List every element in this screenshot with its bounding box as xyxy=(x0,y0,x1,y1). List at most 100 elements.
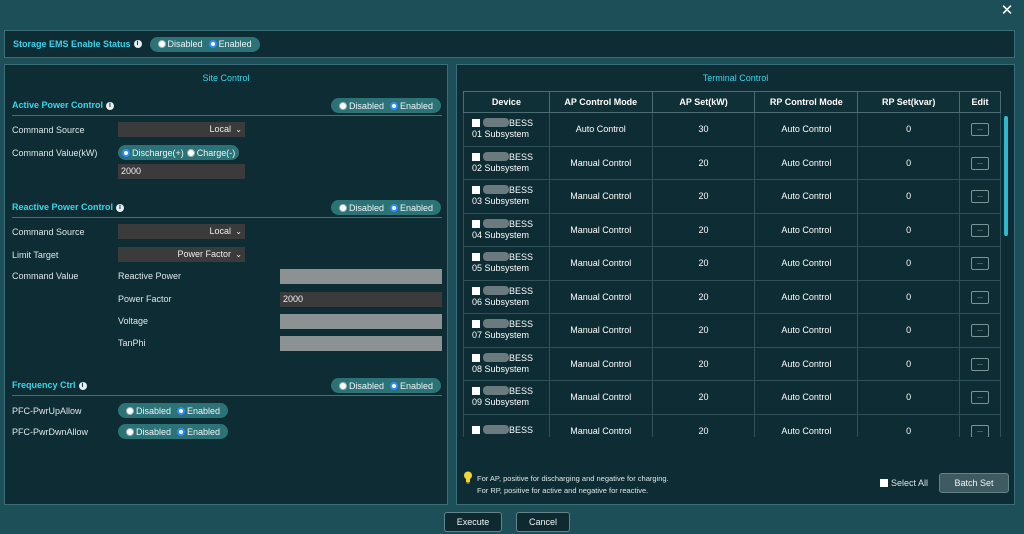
rp-set-cell: 0 xyxy=(857,279,961,314)
row-checkbox[interactable] xyxy=(472,286,480,295)
frequency-disabled-option[interactable]: Disabled xyxy=(338,381,384,391)
radio-selected-icon[interactable] xyxy=(389,101,398,110)
reactive-power-enabled-option[interactable]: Enabled xyxy=(389,203,433,213)
column-header[interactable]: RP Control Mode xyxy=(754,91,859,113)
column-header[interactable]: Edit xyxy=(959,91,1001,113)
radio-selected-icon[interactable] xyxy=(389,381,398,390)
select-all-control[interactable]: Select All xyxy=(880,478,928,488)
reactive-power-disabled-option[interactable]: Disabled xyxy=(338,203,384,213)
info-icon[interactable]: i xyxy=(133,40,142,48)
row-checkbox[interactable] xyxy=(472,353,480,362)
edit-button[interactable]: ... xyxy=(971,156,990,170)
storage-status-label: Storage EMS Enable Status xyxy=(13,39,131,49)
active-command-source-select[interactable]: Local ⌄ xyxy=(118,122,245,137)
device-cell: BESS 04 Subsystem xyxy=(463,212,550,247)
power-factor-field-label: Power Factor xyxy=(118,294,172,304)
reactive-power-input[interactable] xyxy=(280,269,442,284)
voltage-input[interactable] xyxy=(280,314,442,329)
tanphi-field-label: TanPhi xyxy=(118,338,146,348)
edit-button[interactable]: ... xyxy=(971,357,990,371)
active-command-value-input[interactable]: 2000 xyxy=(118,164,245,179)
table-row: BESS 01 Subsystem Auto Control 30 Auto Co… xyxy=(463,112,1001,147)
reactive-command-value-label: Command Value xyxy=(12,271,79,281)
discharge-option[interactable]: Discharge(+) xyxy=(122,148,184,158)
execute-button[interactable]: Execute xyxy=(444,512,502,532)
row-checkbox[interactable] xyxy=(472,387,480,396)
frequency-enabled-option[interactable]: Enabled xyxy=(389,381,433,391)
tanphi-input[interactable] xyxy=(280,336,442,351)
reactive-command-source-select[interactable]: Local ⌄ xyxy=(118,224,245,239)
charge-mode-radio-group: Discharge(+) Charge(-) xyxy=(118,145,240,160)
row-checkbox[interactable] xyxy=(472,320,480,329)
row-checkbox[interactable] xyxy=(472,186,480,195)
info-icon[interactable]: i xyxy=(106,102,115,110)
edit-button[interactable]: ... xyxy=(971,391,990,405)
row-checkbox[interactable] xyxy=(472,152,480,161)
rp-set-cell: 0 xyxy=(857,145,961,180)
radio-selected-icon[interactable] xyxy=(122,148,130,157)
radio-selected-icon[interactable] xyxy=(177,406,186,415)
rp-set-cell: 0 xyxy=(857,112,961,147)
pfc-up-enabled-option[interactable]: Enabled xyxy=(177,406,220,416)
table-row: BESS 05 Subsystem Manual Control 20 Auto … xyxy=(463,246,1001,281)
redacted-text xyxy=(483,185,509,195)
edit-button[interactable]: ... xyxy=(971,190,990,204)
cancel-button[interactable]: Cancel xyxy=(516,512,570,532)
radio-icon[interactable] xyxy=(126,427,134,436)
radio-icon[interactable] xyxy=(157,40,166,48)
pfc-pwr-down-label: PFC-PwrDwnAllow xyxy=(12,427,89,437)
limit-target-select[interactable]: Power Factor ⌄ xyxy=(118,247,245,262)
info-icon[interactable]: i xyxy=(116,204,125,212)
pfc-up-disabled-option[interactable]: Disabled xyxy=(126,406,171,416)
row-checkbox[interactable] xyxy=(472,219,480,228)
edit-cell: ... xyxy=(959,380,1001,415)
edit-button[interactable]: ... xyxy=(971,123,990,137)
edit-button[interactable]: ... xyxy=(971,257,990,271)
pfc-down-disabled-option[interactable]: Disabled xyxy=(126,427,171,437)
storage-disabled-option[interactable]: Disabled xyxy=(157,39,203,49)
redacted-text xyxy=(483,352,509,362)
radio-selected-icon[interactable] xyxy=(389,203,398,212)
row-checkbox[interactable] xyxy=(472,119,480,128)
close-icon[interactable]: ✕ xyxy=(998,2,1016,20)
column-header[interactable]: AP Set(kW) xyxy=(651,91,756,113)
ap-set-cell: 20 xyxy=(651,212,756,247)
scrollbar-thumb[interactable] xyxy=(1004,116,1008,236)
storage-enabled-option[interactable]: Enabled xyxy=(208,39,252,49)
pfc-down-enabled-option[interactable]: Enabled xyxy=(177,427,220,437)
radio-icon[interactable] xyxy=(338,101,347,110)
lightbulb-icon xyxy=(463,471,475,485)
power-factor-input[interactable]: 2000 xyxy=(280,292,442,307)
row-checkbox[interactable] xyxy=(472,426,480,435)
radio-icon[interactable] xyxy=(338,381,347,390)
chevron-down-icon: ⌄ xyxy=(235,227,242,236)
rp-set-cell: 0 xyxy=(857,313,961,348)
row-checkbox[interactable] xyxy=(472,253,480,262)
radio-icon[interactable] xyxy=(186,148,195,157)
column-header[interactable]: Device xyxy=(463,91,550,113)
batch-set-button[interactable]: Batch Set xyxy=(939,473,1009,493)
radio-icon[interactable] xyxy=(338,203,347,212)
ap-mode-cell: Auto Control xyxy=(548,112,653,147)
column-header[interactable]: AP Control Mode xyxy=(548,91,653,113)
edit-button[interactable]: ... xyxy=(971,424,990,437)
edit-button[interactable]: ... xyxy=(971,223,990,237)
active-power-enabled-option[interactable]: Enabled xyxy=(389,101,433,111)
radio-selected-icon[interactable] xyxy=(177,427,186,436)
redacted-text xyxy=(483,252,509,262)
info-icon[interactable]: i xyxy=(78,382,87,390)
select-all-checkbox[interactable] xyxy=(880,479,888,487)
rp-mode-cell: Auto Control xyxy=(754,313,859,348)
radio-icon[interactable] xyxy=(126,406,134,415)
radio-selected-icon[interactable] xyxy=(208,40,217,48)
active-power-disabled-option[interactable]: Disabled xyxy=(338,101,384,111)
reactive-power-radio-group: Disabled Enabled xyxy=(330,200,441,215)
edit-button[interactable]: ... xyxy=(971,324,990,338)
note-line-2: For RP, positive for active and negative… xyxy=(477,486,649,495)
ap-mode-cell: Manual Control xyxy=(548,279,653,314)
edit-button[interactable]: ... xyxy=(971,290,990,304)
column-header[interactable]: RP Set(kvar) xyxy=(857,91,961,113)
rp-mode-cell: Auto Control xyxy=(754,246,859,281)
frequency-radio-group: Disabled Enabled xyxy=(330,378,441,393)
charge-option[interactable]: Charge(-) xyxy=(186,148,235,158)
